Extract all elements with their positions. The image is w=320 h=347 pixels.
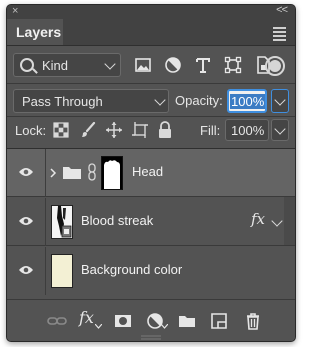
search-icon [20, 58, 34, 72]
divider [45, 149, 46, 197]
image-filter-icon[interactable] [131, 53, 155, 77]
opacity-input[interactable]: 100% [227, 89, 267, 113]
lock-transparent-pixels-icon[interactable] [53, 122, 69, 138]
fill-label: Fill: [200, 123, 221, 138]
visibility-eye-icon[interactable] [18, 265, 34, 275]
kind-filter-dropdown[interactable]: Kind [13, 53, 121, 77]
lock-position-icon[interactable] [105, 121, 123, 139]
chevron-down-icon [95, 324, 102, 329]
folder-icon [63, 167, 81, 179]
divider [45, 247, 46, 295]
scrollbar[interactable] [284, 197, 295, 245]
link-layers-icon[interactable] [47, 311, 67, 331]
tab-layers[interactable]: Layers [7, 19, 63, 45]
blend-mode-dropdown[interactable]: Pass Through [13, 89, 169, 113]
divider [7, 116, 295, 117]
layer-thumbnail[interactable] [51, 254, 73, 288]
lock-all-icon[interactable] [157, 121, 173, 139]
opacity-label: Opacity: [175, 93, 223, 108]
resize-grip-icon[interactable] [141, 335, 161, 340]
opacity-slider-button[interactable] [271, 89, 289, 113]
layer-effects-icon[interactable]: fx [251, 210, 265, 228]
shape-filter-icon[interactable] [221, 53, 245, 77]
blend-mode-value: Pass Through [22, 94, 103, 109]
blood-streak-preview [52, 206, 72, 238]
panel-titlebar: × << [7, 5, 295, 19]
fill-slider-button[interactable] [271, 119, 289, 141]
collapse-panel-icon[interactable]: << [276, 5, 288, 16]
mask-shape [102, 157, 122, 189]
layers-panel: × << Layers Kind Pass Through Opacity: 1… [6, 4, 296, 342]
layer-row-blood-streak[interactable]: Blood streak fx [7, 198, 295, 246]
fill-value: 100% [231, 123, 265, 138]
expand-group-chevron-icon[interactable] [49, 167, 57, 179]
layer-name[interactable]: Background color [81, 262, 182, 277]
visibility-eye-icon[interactable] [18, 216, 34, 226]
close-panel-icon[interactable]: × [12, 5, 18, 17]
type-filter-icon[interactable] [191, 53, 215, 77]
chevron-down-icon [104, 58, 116, 70]
new-layer-icon[interactable] [209, 311, 229, 331]
layer-name[interactable]: Head [132, 164, 163, 179]
tab-bar: Layers [7, 19, 295, 46]
lock-artboard-icon[interactable] [131, 121, 149, 139]
chevron-down-icon [154, 94, 166, 106]
mask-link-icon[interactable] [87, 163, 97, 181]
divider [7, 83, 295, 84]
kind-filter-label: Kind [42, 58, 69, 73]
chevron-down-icon [274, 94, 286, 106]
fill-input[interactable]: 100% [225, 119, 269, 141]
opacity-value: 100% [230, 94, 266, 109]
filter-toggle-switch[interactable] [265, 56, 285, 76]
panel-menu-icon[interactable] [273, 27, 286, 43]
effects-expand-chevron-icon[interactable] [271, 215, 283, 227]
lock-image-pixels-icon[interactable] [79, 121, 97, 139]
layers-list: Head Blood streak fx Background color [7, 148, 295, 299]
add-mask-icon[interactable] [113, 311, 133, 331]
divider [45, 198, 46, 246]
layer-row-background-color[interactable]: Background color [7, 247, 295, 295]
layer-row-head[interactable]: Head [7, 149, 295, 197]
visibility-eye-icon[interactable] [18, 167, 34, 177]
lock-label: Lock: [15, 123, 47, 138]
layer-thumbnail[interactable] [51, 205, 73, 239]
adjustment-filter-icon[interactable] [161, 53, 185, 77]
group-mask-thumbnail[interactable] [101, 156, 123, 190]
chevron-down-icon [161, 324, 168, 329]
new-group-icon[interactable] [177, 311, 197, 331]
chevron-down-icon [274, 123, 286, 135]
layer-name[interactable]: Blood streak [81, 213, 153, 228]
delete-layer-icon[interactable] [243, 311, 263, 331]
